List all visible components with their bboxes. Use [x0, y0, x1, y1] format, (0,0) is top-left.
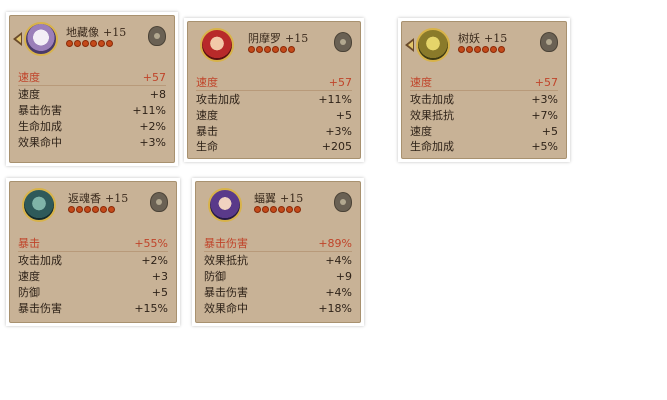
star-icon: [108, 206, 115, 213]
star-icon: [262, 206, 269, 213]
star-icon: [294, 206, 301, 213]
avatar: [22, 188, 56, 222]
star-rating: [458, 46, 505, 54]
sub-stat-row: 生命 +205: [196, 139, 352, 154]
main-stat-row: 速度 +57: [196, 75, 352, 91]
star-icon: [278, 206, 285, 213]
star-icon: [84, 206, 91, 213]
sub-stat-row: 效果命中 +18%: [204, 301, 352, 316]
star-icon: [106, 40, 113, 47]
sub-stat-row: 速度 +5: [196, 108, 352, 123]
lock-icon[interactable]: [150, 192, 168, 212]
star-rating: [254, 206, 301, 214]
sub-stat-row: 速度 +3: [18, 269, 168, 284]
star-icon: [482, 46, 489, 53]
star-icon: [90, 40, 97, 47]
lock-icon[interactable]: [334, 192, 352, 212]
yuhun-name: 地藏像 +15: [66, 26, 127, 39]
card-panel: 树妖 +15 速度 +57 攻击加成 +3% 效果抵抗 +7% 速度 +5 生命加成 +5%: [401, 21, 567, 159]
card-header: 蝠翼 +15: [196, 182, 360, 230]
star-icon: [98, 40, 105, 47]
sub-stat-row: 暴击伤害 +15%: [18, 301, 168, 316]
yuhun-card-4[interactable]: 返魂香 +15 暴击 +55% 攻击加成 +2% 速度 +3 防御 +5 暴击伤害 +15%: [6, 178, 180, 326]
yuhun-card-2[interactable]: 阴摩罗 +15 速度 +57 攻击加成 +11% 速度 +5 暴击 +3% 生命 +205: [184, 18, 364, 162]
sub-stat-row: 速度 +8: [18, 87, 166, 102]
card-header: 地藏像 +15: [10, 16, 174, 64]
yuhun-name: 返魂香 +15: [68, 192, 129, 205]
lock-icon[interactable]: [540, 32, 558, 52]
sub-stat-row: 暴击 +3%: [196, 124, 352, 139]
sub-stat-row: 攻击加成 +11%: [196, 92, 352, 107]
arrow-frame-icon: [13, 32, 22, 46]
main-stat-row: 暴击伤害 +89%: [204, 236, 352, 252]
sub-stat-row: 速度 +5: [410, 124, 558, 139]
star-rating: [248, 46, 295, 54]
star-icon: [264, 46, 271, 53]
star-icon: [288, 46, 295, 53]
star-icon: [280, 46, 287, 53]
yuhun-name: 阴摩罗 +15: [248, 32, 309, 45]
star-icon: [490, 46, 497, 53]
sub-stat-row: 效果命中 +3%: [18, 135, 166, 150]
star-icon: [74, 40, 81, 47]
sub-stat-row: 防御 +9: [204, 269, 352, 284]
star-icon: [270, 206, 277, 213]
lock-icon[interactable]: [148, 26, 166, 46]
card-panel: 阴摩罗 +15 速度 +57 攻击加成 +11% 速度 +5 暴击 +3% 生命 +205: [187, 21, 361, 159]
main-stat-row: 速度 +57: [18, 70, 166, 86]
sub-stat-row: 效果抵抗 +4%: [204, 253, 352, 268]
yuhun-card-5[interactable]: 蝠翼 +15 暴击伤害 +89% 效果抵抗 +4% 防御 +9 暴击伤害 +4% 效果命中…: [192, 178, 364, 326]
star-icon: [272, 46, 279, 53]
avatar: [24, 22, 58, 56]
avatar: [208, 188, 242, 222]
yuhun-card-1[interactable]: 地藏像 +15 速度 +57 速度 +8 暴击伤害 +11% 生命加成 +2% 效果命中 +…: [6, 12, 178, 166]
star-icon: [82, 40, 89, 47]
star-rating: [66, 40, 113, 48]
yuhun-card-3[interactable]: 树妖 +15 速度 +57 攻击加成 +3% 效果抵抗 +7% 速度 +5 生命加成 +5%: [398, 18, 570, 162]
star-icon: [248, 46, 255, 53]
card-header: 返魂香 +15: [10, 182, 176, 230]
star-icon: [254, 206, 261, 213]
star-icon: [458, 46, 465, 53]
main-stat-row: 暴击 +55%: [18, 236, 168, 252]
sub-stat-row: 生命加成 +2%: [18, 119, 166, 134]
yuhun-name: 蝠翼 +15: [254, 192, 304, 205]
star-icon: [68, 206, 75, 213]
star-icon: [76, 206, 83, 213]
star-icon: [474, 46, 481, 53]
star-icon: [498, 46, 505, 53]
sub-stat-row: 效果抵抗 +7%: [410, 108, 558, 123]
card-panel: 蝠翼 +15 暴击伤害 +89% 效果抵抗 +4% 防御 +9 暴击伤害 +4% 效果命中…: [195, 181, 361, 323]
lock-icon[interactable]: [334, 32, 352, 52]
card-header: 阴摩罗 +15: [188, 22, 360, 70]
star-icon: [92, 206, 99, 213]
star-rating: [68, 206, 115, 214]
card-header: 树妖 +15: [402, 22, 566, 70]
main-stat-row: 速度 +57: [410, 75, 558, 91]
star-icon: [466, 46, 473, 53]
sub-stat-row: 生命加成 +5%: [410, 139, 558, 154]
star-icon: [286, 206, 293, 213]
card-panel: 地藏像 +15 速度 +57 速度 +8 暴击伤害 +11% 生命加成 +2% 效果命中 +…: [9, 15, 175, 163]
arrow-frame-icon: [405, 38, 414, 52]
star-icon: [256, 46, 263, 53]
sub-stat-row: 攻击加成 +3%: [410, 92, 558, 107]
sub-stat-row: 攻击加成 +2%: [18, 253, 168, 268]
star-icon: [66, 40, 73, 47]
card-panel: 返魂香 +15 暴击 +55% 攻击加成 +2% 速度 +3 防御 +5 暴击伤害 +15%: [9, 181, 177, 323]
star-icon: [100, 206, 107, 213]
sub-stat-row: 防御 +5: [18, 285, 168, 300]
sub-stat-row: 暴击伤害 +11%: [18, 103, 166, 118]
avatar: [416, 28, 450, 62]
sub-stat-row: 暴击伤害 +4%: [204, 285, 352, 300]
yuhun-name: 树妖 +15: [458, 32, 508, 45]
avatar: [200, 28, 234, 62]
